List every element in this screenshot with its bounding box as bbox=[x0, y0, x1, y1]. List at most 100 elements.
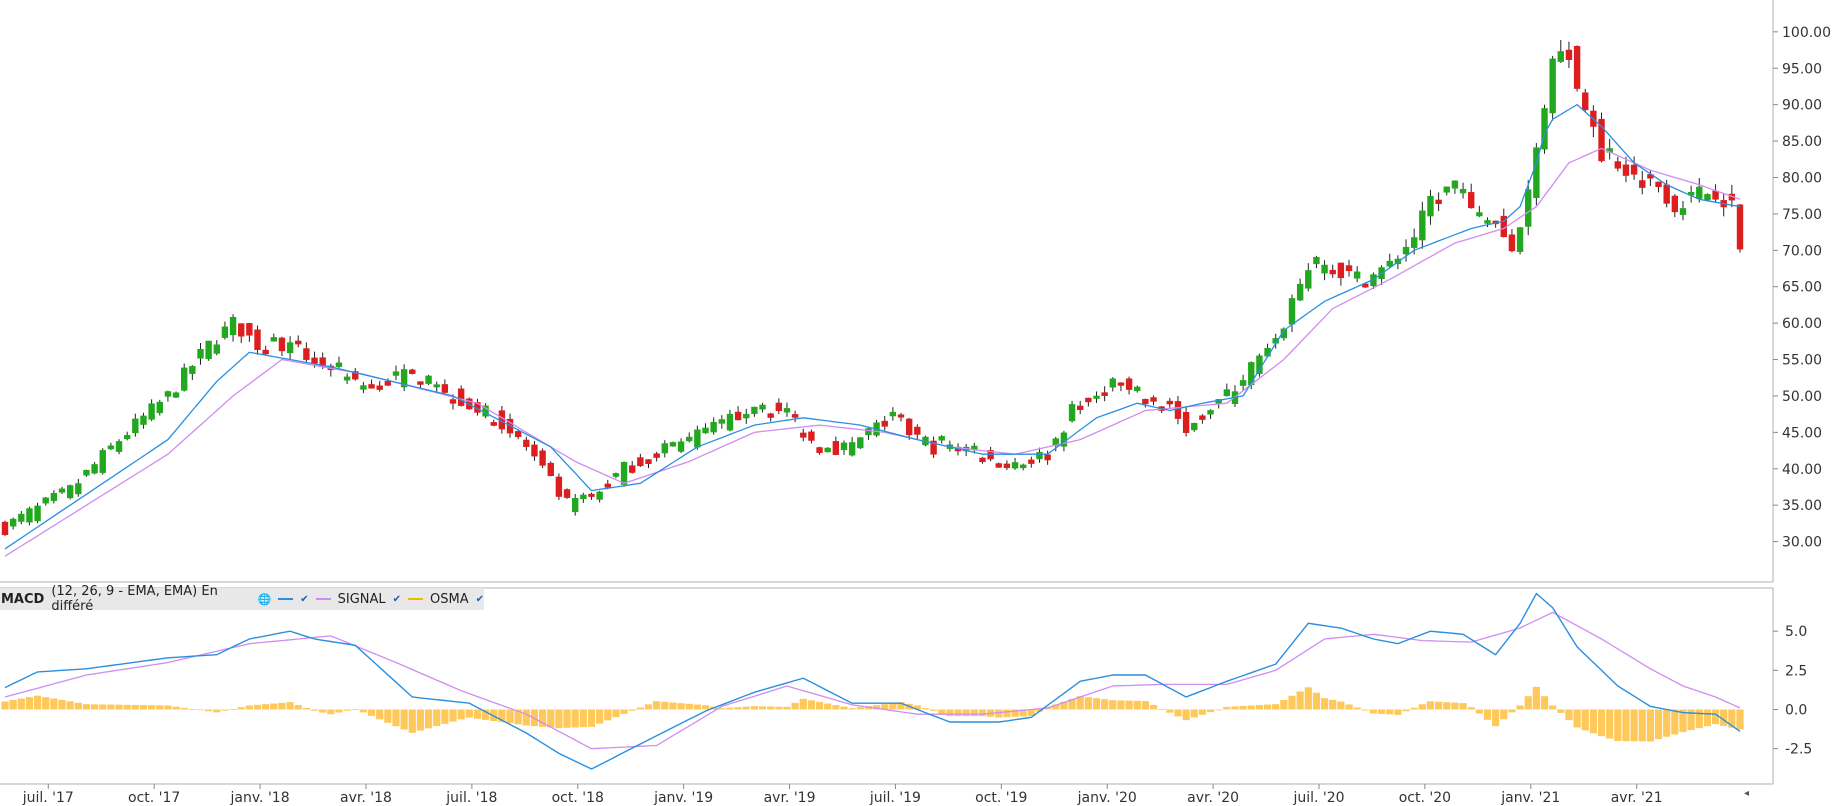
osma-bar bbox=[367, 709, 376, 716]
osma-bar bbox=[799, 698, 807, 710]
osma-bar bbox=[1524, 696, 1532, 710]
candle-body bbox=[800, 432, 807, 438]
osma-bar bbox=[1736, 709, 1744, 730]
osma-bar bbox=[1671, 709, 1679, 735]
candle-body bbox=[66, 485, 74, 499]
osma-bar bbox=[555, 709, 563, 729]
candle-body bbox=[523, 439, 530, 447]
candle-body bbox=[808, 431, 815, 441]
candle-body bbox=[205, 340, 212, 360]
candle-body bbox=[1402, 246, 1410, 255]
x-tick-label: oct. '18 bbox=[552, 790, 604, 806]
osma-bar bbox=[253, 704, 262, 710]
macd-panel bbox=[1, 592, 1744, 770]
scroll-end-icon[interactable]: ◂ bbox=[1744, 788, 1749, 799]
candle-body bbox=[1736, 204, 1744, 250]
candle-body bbox=[661, 443, 668, 454]
osma-bar bbox=[1426, 701, 1435, 710]
osma-bar bbox=[99, 704, 107, 710]
osma-bar bbox=[596, 709, 604, 724]
osma-bar bbox=[1206, 709, 1215, 713]
candle-body bbox=[588, 493, 595, 497]
macd-line bbox=[4, 592, 1741, 770]
osma-bar bbox=[620, 709, 628, 714]
price-y-tick-label: 30.00 bbox=[1782, 535, 1822, 551]
candle-body bbox=[123, 435, 131, 440]
osma-bar bbox=[237, 707, 245, 710]
osma-bar bbox=[612, 709, 620, 718]
candle-body bbox=[1345, 265, 1353, 272]
osma-toggle-icon[interactable]: ✔ bbox=[476, 594, 484, 605]
globe-icon[interactable]: 🌐 bbox=[258, 593, 272, 606]
osma-bar bbox=[1443, 702, 1451, 710]
candle-body bbox=[148, 403, 155, 420]
osma-bar bbox=[750, 706, 758, 710]
osma-bar bbox=[1263, 704, 1272, 710]
candle-body bbox=[514, 431, 522, 438]
candle-body bbox=[1, 521, 9, 536]
osma-bar bbox=[1573, 709, 1581, 728]
osma-bar bbox=[791, 702, 799, 710]
candle-body bbox=[791, 414, 799, 418]
osma-bar bbox=[1532, 686, 1540, 710]
osma-bar bbox=[1540, 696, 1549, 710]
osma-bar bbox=[164, 705, 172, 710]
osma-bar bbox=[604, 709, 612, 721]
osma-bar bbox=[465, 709, 473, 718]
candle-body bbox=[50, 492, 58, 501]
osma-bar bbox=[1101, 699, 1109, 710]
x-tick-label: juil. '20 bbox=[1292, 790, 1344, 806]
osma-bar bbox=[1703, 709, 1712, 727]
osma-bar bbox=[139, 705, 148, 710]
signal-toggle-icon[interactable]: ✔ bbox=[393, 594, 401, 605]
osma-bar bbox=[1117, 700, 1125, 710]
price-y-tick-label: 55.00 bbox=[1782, 353, 1822, 369]
osma-bar bbox=[1711, 709, 1720, 725]
osma-bar bbox=[547, 709, 555, 728]
osma-bar bbox=[392, 709, 400, 727]
osma-bar bbox=[1109, 700, 1117, 710]
candle-body bbox=[1003, 463, 1011, 469]
osma-bar bbox=[1296, 691, 1304, 710]
osma-bar bbox=[1695, 709, 1703, 729]
osma-bar bbox=[742, 706, 750, 710]
osma-bar bbox=[343, 709, 351, 711]
osma-bar bbox=[701, 705, 710, 710]
macd-series-toggle-icon[interactable]: ✔ bbox=[300, 594, 308, 605]
candle-body bbox=[1239, 380, 1247, 386]
candle-body bbox=[409, 369, 416, 374]
price-y-tick-label: 60.00 bbox=[1782, 316, 1822, 332]
osma-bar bbox=[1304, 687, 1312, 710]
osma-bar bbox=[1353, 707, 1361, 710]
x-tick-label: oct. '20 bbox=[1399, 790, 1451, 806]
candle-body bbox=[1321, 264, 1328, 274]
osma-bar bbox=[1630, 709, 1638, 742]
candle-body bbox=[311, 357, 318, 364]
candle-body bbox=[1150, 397, 1157, 402]
osma-bar bbox=[1345, 704, 1353, 710]
candle-body bbox=[1459, 188, 1467, 194]
candle-body bbox=[1353, 271, 1361, 279]
osma-bar bbox=[1410, 707, 1418, 710]
candle-body bbox=[881, 420, 888, 427]
candle-body bbox=[1573, 45, 1581, 89]
osma-bar bbox=[1402, 709, 1410, 712]
candle-body bbox=[1557, 51, 1564, 62]
candle-body bbox=[1011, 462, 1019, 469]
osma-bar bbox=[978, 709, 987, 717]
osma-bar bbox=[33, 695, 42, 710]
osma-bar bbox=[889, 703, 897, 710]
osma-bar bbox=[205, 709, 213, 712]
candle-body bbox=[1125, 378, 1133, 390]
osma-bar bbox=[1557, 709, 1565, 713]
candle-body bbox=[213, 344, 220, 354]
osma-bar bbox=[1622, 709, 1630, 742]
price-y-tick-label: 65.00 bbox=[1782, 280, 1822, 296]
x-tick-label: juil. '19 bbox=[869, 790, 921, 806]
osma-bar bbox=[1174, 709, 1182, 717]
osma-bar bbox=[1255, 705, 1264, 710]
candle-body bbox=[759, 404, 766, 410]
candle-body bbox=[303, 348, 310, 360]
osma-bar bbox=[1394, 709, 1402, 715]
osma-bar bbox=[1231, 706, 1239, 710]
